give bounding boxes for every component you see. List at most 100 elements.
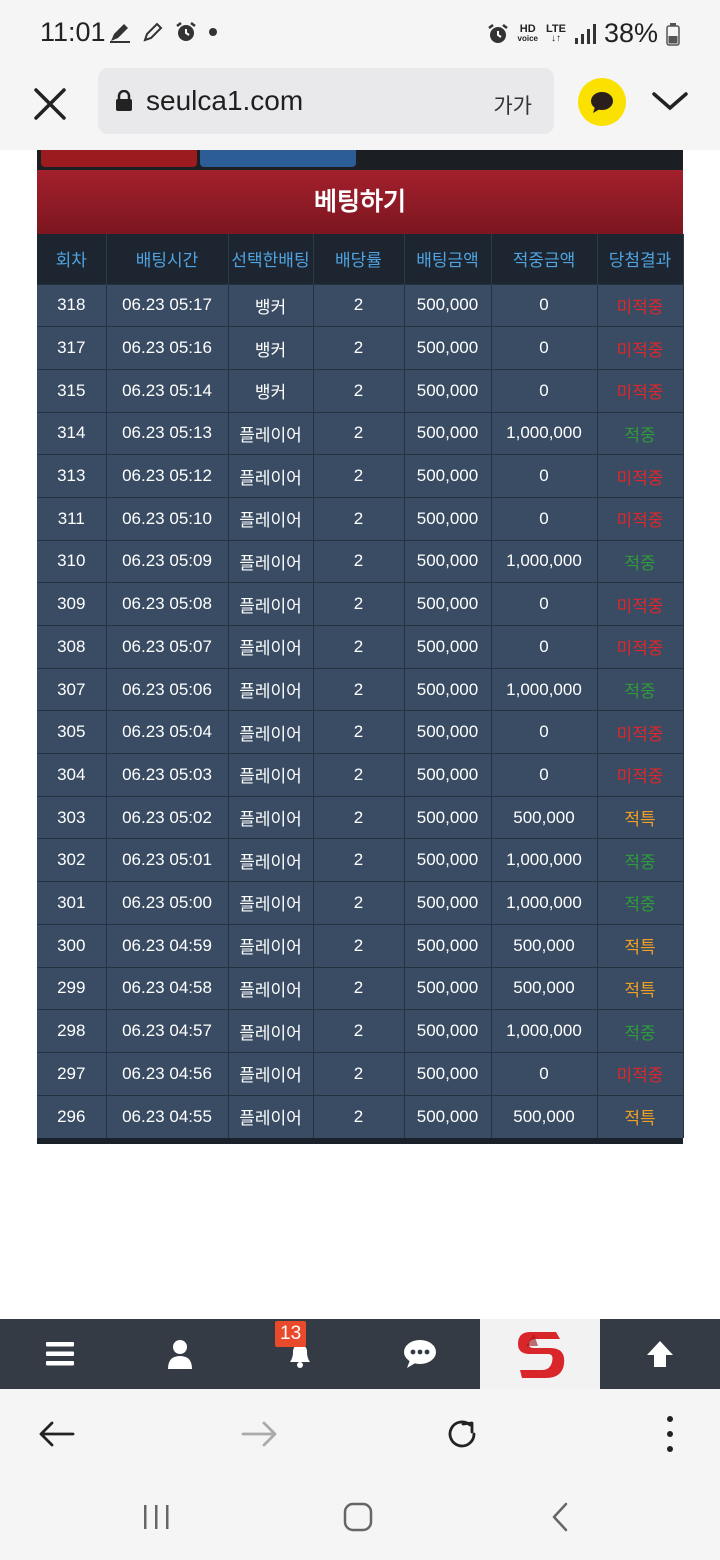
cell-round: 302 — [37, 838, 107, 882]
cell-bet-time: 06.23 05:17 — [106, 283, 229, 327]
back-button[interactable] — [32, 1409, 82, 1459]
cell-round: 307 — [37, 667, 107, 711]
cell-bet-amount: 500,000 — [404, 496, 492, 541]
cell-bet-amount: 500,000 — [404, 411, 492, 455]
user-icon — [168, 1340, 192, 1369]
cell-result: 미적중 — [597, 326, 684, 370]
cell-win-amount: 0 — [491, 326, 598, 370]
cell-bet-time: 06.23 05:00 — [106, 881, 229, 925]
lte-arrows: ↓↑ — [550, 32, 561, 44]
cell-bet-time: 06.23 05:08 — [106, 582, 229, 626]
web-content: 베팅하기 회차 배팅시간 선택한배팅 배당률 배팅금액 적중금액 당첨결과 31… — [0, 150, 720, 1320]
table-header-row: 회차 배팅시간 선택한배팅 배당률 배팅금액 적중금액 당첨결과 — [37, 234, 684, 284]
cell-odds: 2 — [313, 710, 405, 754]
banker-button-edge[interactable] — [41, 150, 197, 167]
hd-label: HD — [519, 22, 536, 35]
cell-bet-amount: 500,000 — [404, 582, 492, 626]
cell-result: 적중 — [597, 667, 684, 711]
lte-label: LTE — [545, 22, 566, 35]
cell-odds: 2 — [313, 283, 405, 327]
url-text[interactable]: seulca1.com — [146, 85, 303, 117]
forward-button[interactable] — [234, 1409, 284, 1459]
status-notification-icons — [108, 20, 219, 44]
more-options-button[interactable] — [645, 1409, 695, 1459]
reload-button[interactable] — [437, 1409, 487, 1459]
table-row: 302 06.23 05:01 플레이어 2 500,000 1,000,000 적중 — [37, 838, 684, 882]
recent-apps-button[interactable] — [136, 1497, 176, 1537]
alarm-icon — [176, 22, 196, 41]
menu-button[interactable] — [0, 1319, 120, 1389]
cell-selected-bet: 플레이어 — [228, 539, 314, 583]
chat-bubble-icon — [591, 92, 613, 113]
cell-win-amount: 500,000 — [491, 795, 598, 839]
cell-bet-time: 06.23 04:59 — [106, 923, 229, 967]
system-back-button[interactable] — [540, 1497, 580, 1537]
cell-result: 적중 — [597, 838, 684, 882]
cell-round: 296 — [37, 1094, 107, 1138]
account-button[interactable] — [120, 1319, 240, 1389]
cell-selected-bet: 플레이어 — [228, 881, 314, 925]
cell-selected-bet: 플레이어 — [228, 753, 314, 797]
cell-odds: 2 — [313, 625, 405, 669]
cell-selected-bet: 플레이어 — [228, 1051, 314, 1096]
cell-win-amount: 0 — [491, 753, 598, 797]
cell-bet-time: 06.23 05:06 — [106, 667, 229, 711]
cell-odds: 2 — [313, 539, 405, 583]
cell-round: 305 — [37, 710, 107, 754]
cell-win-amount: 0 — [491, 625, 598, 669]
cell-result: 적특 — [597, 923, 684, 967]
table-row: 299 06.23 04:58 플레이어 2 500,000 500,000 적특 — [37, 966, 684, 1010]
cell-odds: 2 — [313, 753, 405, 797]
cell-bet-time: 06.23 04:56 — [106, 1051, 229, 1096]
player-button-edge[interactable] — [200, 150, 356, 167]
dot-icon — [209, 28, 217, 36]
browser-navigation-bar — [0, 1389, 720, 1479]
cell-selected-bet: 뱅커 — [228, 326, 314, 370]
font-size-button[interactable]: 가가 — [493, 90, 532, 120]
cell-result: 미적중 — [597, 582, 684, 626]
chat-bubble-icon — [404, 1340, 436, 1368]
cell-bet-amount: 500,000 — [404, 625, 492, 669]
cell-round: 314 — [37, 411, 107, 455]
cell-odds: 2 — [313, 881, 405, 925]
browser-menu-toggle[interactable] — [650, 86, 690, 116]
notification-count-badge: 13 — [275, 1321, 307, 1347]
site-logo-button[interactable] — [480, 1319, 600, 1389]
table-row: 304 06.23 05:03 플레이어 2 500,000 0 미적중 — [37, 753, 684, 797]
arrow-up-icon — [647, 1341, 673, 1367]
cell-result: 적중 — [597, 539, 684, 583]
table-row: 310 06.23 05:09 플레이어 2 500,000 1,000,000 적중 — [37, 539, 684, 583]
kakao-talk-button[interactable] — [578, 78, 626, 126]
page-title: 베팅하기 — [37, 170, 683, 234]
table-row: 298 06.23 04:57 플레이어 2 500,000 1,000,000 적중 — [37, 1009, 684, 1053]
cell-odds: 2 — [313, 667, 405, 711]
signal-icon — [574, 23, 596, 44]
chat-button[interactable] — [360, 1319, 480, 1389]
cell-odds: 2 — [313, 923, 405, 967]
cell-bet-amount: 500,000 — [404, 795, 492, 839]
cell-round: 299 — [37, 966, 107, 1010]
cell-bet-time: 06.23 05:16 — [106, 326, 229, 370]
cell-odds: 2 — [313, 411, 405, 455]
home-button[interactable] — [338, 1497, 378, 1537]
cell-result: 미적중 — [597, 496, 684, 541]
url-bar[interactable]: seulca1.com 가가 — [98, 68, 554, 134]
cell-result: 적중 — [597, 881, 684, 925]
cell-bet-amount: 500,000 — [404, 326, 492, 370]
system-navigation-bar — [0, 1479, 720, 1560]
cell-selected-bet: 플레이어 — [228, 1094, 314, 1138]
scroll-top-button[interactable] — [600, 1319, 720, 1389]
header-round: 회차 — [37, 234, 107, 284]
table-row: 296 06.23 04:55 플레이어 2 500,000 500,000 적특 — [37, 1094, 684, 1138]
close-icon — [34, 88, 66, 120]
cell-selected-bet: 플레이어 — [228, 1009, 314, 1053]
table-row: 308 06.23 05:07 플레이어 2 500,000 0 미적중 — [37, 625, 684, 669]
cell-odds: 2 — [313, 454, 405, 498]
table-row: 300 06.23 04:59 플레이어 2 500,000 500,000 적특 — [37, 923, 684, 967]
cell-round: 300 — [37, 923, 107, 967]
cell-selected-bet: 플레이어 — [228, 923, 314, 967]
notification-button[interactable]: 13 — [240, 1319, 360, 1389]
header-bet-amount: 배팅금액 — [404, 234, 492, 284]
cell-round: 318 — [37, 283, 107, 327]
close-tab-button[interactable] — [28, 82, 72, 126]
